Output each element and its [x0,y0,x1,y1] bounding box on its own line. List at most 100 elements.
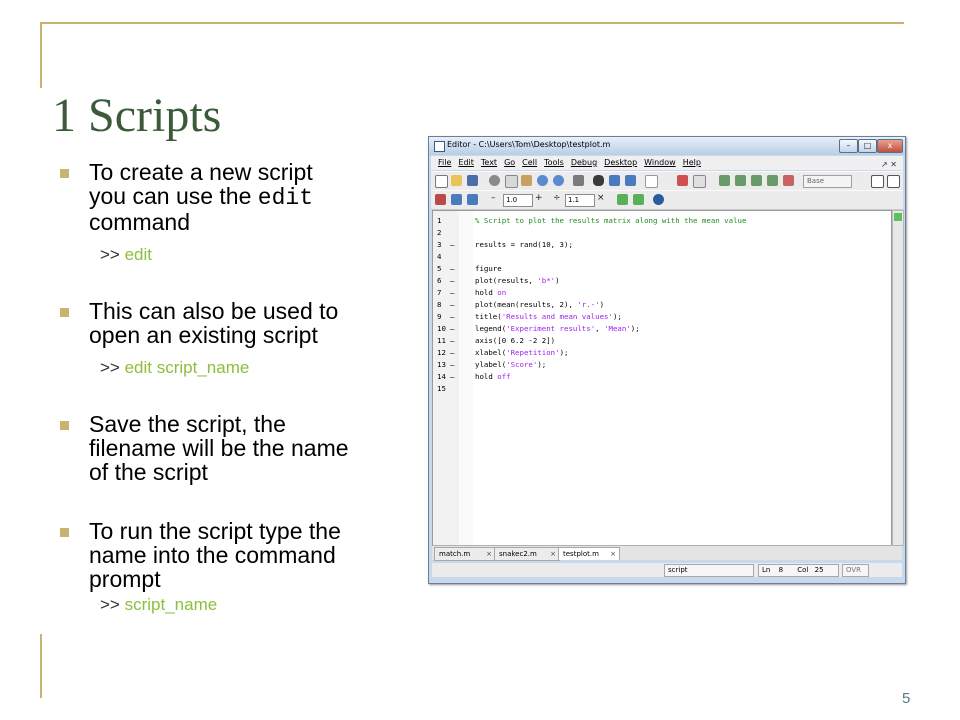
line-text: plot(results, 'b*') [475,275,560,286]
menu-go[interactable]: Go [504,158,515,167]
menu-tools[interactable]: Tools [544,158,564,167]
help-icon[interactable] [653,194,664,205]
code-token: 'Results and mean values' [501,312,613,321]
breakpoint-marker[interactable]: – [450,263,454,274]
code-line: 8– plot(mean(results, 2), 'r.-') [433,299,889,310]
code-editor[interactable]: 1 % Script to plot the results matrix alo… [432,210,892,546]
prompt-symbol: >> [100,245,125,264]
line-text: title('Results and mean values'); [475,311,622,322]
save-icon[interactable] [467,175,478,186]
frame-top-rule [40,22,904,24]
multiply-button[interactable]: × [597,193,605,203]
code-token: ) [555,276,560,285]
breakpoint-marker[interactable]: – [450,287,454,298]
menu-help[interactable]: Help [683,158,701,167]
undock-close-icons[interactable]: ↗ ✕ [881,160,897,169]
breakpoint-marker[interactable]: – [450,347,454,358]
breakpoint-marker[interactable]: – [450,311,454,322]
code-token: xlabel( [475,348,507,357]
undo-icon[interactable] [537,175,548,186]
eval-advance-icon[interactable] [467,194,478,205]
slide-title: 1 Scripts [52,89,222,142]
main-toolbar: Base [431,171,903,191]
set-breakpoint-icon[interactable] [677,175,688,186]
increment-button[interactable]: + [535,193,543,203]
vertical-scrollbar[interactable] [892,210,904,546]
cell-icon[interactable] [435,194,446,205]
close-tab-icon[interactable]: × [610,548,616,560]
continue-icon[interactable] [767,175,778,186]
breakpoint-marker[interactable]: – [450,371,454,382]
close-tab-icon[interactable]: × [486,548,492,560]
line-text: figure [475,263,502,274]
eval-cell-icon[interactable] [451,194,462,205]
open-folder-icon[interactable] [451,175,462,186]
menu-file[interactable]: File [438,158,451,167]
bullet-line: name into the command [89,542,336,568]
paste-icon[interactable] [521,175,532,186]
clear-breakpoints-icon[interactable] [693,175,706,188]
bullet-item: This can also be used to open an existin… [60,299,405,347]
file-tabs: match.m × snakec2.m × testplot.m × [432,545,902,561]
breakpoint-marker[interactable]: – [450,299,454,310]
step-out-icon[interactable] [751,175,762,186]
overwrite-indicator: OVR [842,564,869,577]
copy-icon[interactable] [505,175,518,188]
command-text: script_name [124,595,218,614]
menu-desktop[interactable]: Desktop [604,158,637,167]
back-icon[interactable] [609,175,620,186]
breakpoint-marker[interactable]: – [450,239,454,250]
increment-value-field[interactable]: 1.0 [503,194,533,207]
menu-edit[interactable]: Edit [458,158,474,167]
breakpoint-marker[interactable]: – [450,275,454,286]
code-token: off [497,372,511,381]
page-number: 5 [902,690,911,707]
menu-text[interactable]: Text [481,158,497,167]
status-context: script [664,564,754,577]
tab-label: testplot.m [563,550,599,558]
close-tab-icon[interactable]: × [550,548,556,560]
tab-testplot[interactable]: testplot.m × [558,547,620,560]
tab-snakec2[interactable]: snakec2.m × [494,547,560,561]
new-file-icon[interactable] [435,175,448,188]
find-icon[interactable] [593,175,604,186]
minimize-button[interactable]: – [839,139,858,153]
status-bar: script Ln 8 Col 25 OVR [432,563,902,577]
forward-icon[interactable] [625,175,636,186]
redo-icon[interactable] [553,175,564,186]
menu-debug[interactable]: Debug [571,158,597,167]
layout-icon[interactable] [887,175,900,188]
line-label: Ln [762,566,771,574]
step-icon[interactable] [719,175,730,186]
bullet-text: To create a new script you can use the e… [89,160,405,234]
bullet-marker [60,528,69,537]
stack-dropdown[interactable]: Base [803,175,852,188]
breakpoint-marker[interactable]: – [450,323,454,334]
print-icon[interactable] [573,175,584,186]
divide-button[interactable]: ÷ [553,193,561,203]
scale-value-field[interactable]: 1.1 [565,194,595,207]
breakpoint-marker[interactable]: – [450,335,454,346]
code-line: 3– results = rand(10, 3); [433,239,889,250]
exit-debug-icon[interactable] [783,175,794,186]
code-token: 'r.-' [577,300,600,309]
menu-cell[interactable]: Cell [522,158,537,167]
step-in-icon[interactable] [735,175,746,186]
bullet-line: To create a new script [89,159,313,185]
menu-window[interactable]: Window [644,158,676,167]
tab-match[interactable]: match.m × [434,547,496,561]
breakpoint-marker[interactable]: – [450,359,454,370]
show-cell-titles-icon[interactable] [617,194,628,205]
cut-icon[interactable] [489,175,500,186]
code-token: ); [537,360,547,369]
hide-cell-titles-icon[interactable] [633,194,644,205]
maximize-button[interactable]: □ [858,139,877,153]
split-icon[interactable] [871,175,884,188]
decrement-button[interactable]: – [491,193,496,203]
function-icon[interactable] [645,175,658,188]
close-window-button[interactable]: x [877,139,903,153]
line-text: legend('Experiment results', 'Mean'); [475,323,640,334]
bullet-line: To run the script type the [89,518,341,544]
tab-label: snakec2.m [499,550,537,558]
bullet-text: To run the script type the name into the… [89,519,405,591]
